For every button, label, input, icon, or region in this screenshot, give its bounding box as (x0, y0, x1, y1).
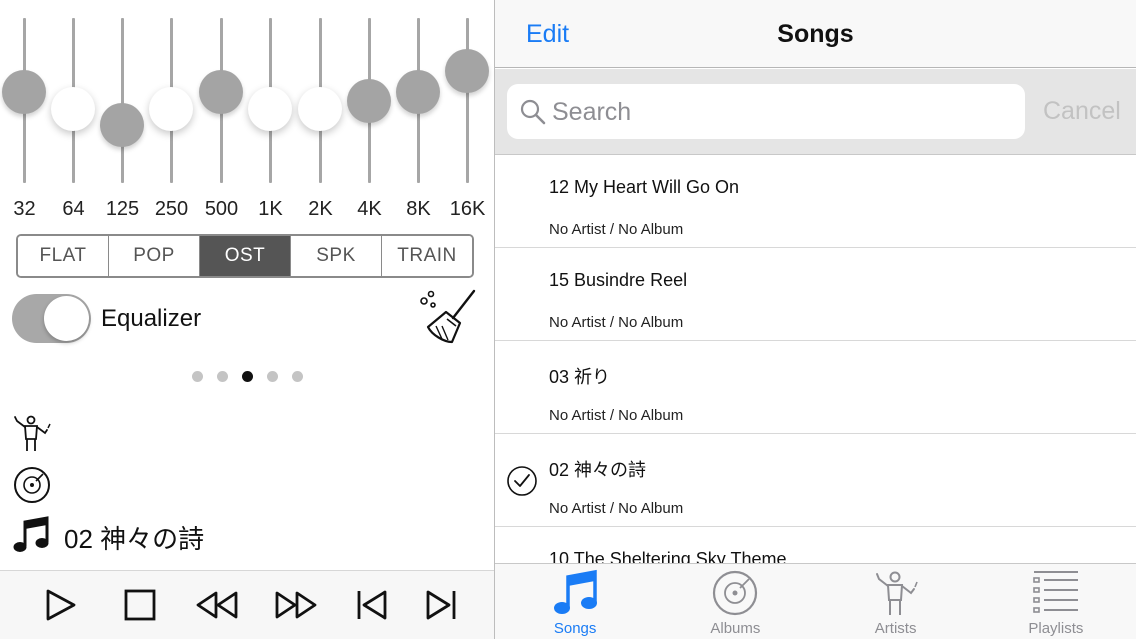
eq-slider-knob[interactable] (396, 70, 440, 115)
tab-artists[interactable]: Artists (816, 564, 976, 639)
eq-slider-knob[interactable] (199, 70, 243, 115)
eq-slider-track (466, 18, 469, 183)
now-playing-title: 02 神々の詩 (64, 524, 205, 554)
song-row[interactable]: 12 My Heart Will Go On No Artist / No Al… (495, 155, 1136, 248)
eq-band-125[interactable]: 125 (98, 0, 147, 225)
eq-slider-track (121, 18, 124, 183)
eq-slider-knob[interactable] (2, 70, 46, 115)
eq-band-4k[interactable]: 4K (345, 0, 394, 225)
page-dot[interactable] (217, 371, 228, 382)
song-subtitle: No Artist / No Album (549, 314, 684, 331)
page-dot[interactable] (267, 371, 278, 382)
preset-ost-button[interactable]: OST (200, 236, 291, 276)
tab-label: Albums (710, 620, 761, 637)
next-track-icon[interactable] (423, 588, 459, 622)
search-bar: Cancel (495, 69, 1136, 155)
tab-songs[interactable]: Songs (495, 564, 655, 639)
navigation-bar: Edit Songs (495, 0, 1136, 68)
preset-pop-button[interactable]: POP (109, 236, 200, 276)
stop-icon[interactable] (122, 588, 158, 622)
page-indicator[interactable] (192, 371, 303, 382)
song-subtitle: No Artist / No Album (549, 407, 684, 424)
tab-label: Artists (874, 620, 917, 637)
eq-slider-knob[interactable] (248, 86, 292, 131)
tab-label: Songs (553, 620, 597, 637)
eq-band-1k[interactable]: 1K (246, 0, 295, 225)
rewind-icon[interactable] (194, 588, 240, 622)
fast-forward-icon[interactable] (273, 588, 319, 622)
equalizer-toggle[interactable] (12, 294, 91, 343)
eq-band-2k[interactable]: 2K (296, 0, 345, 225)
tab-playlists[interactable]: Playlists (976, 564, 1136, 639)
song-title: 10 The Sheltering Sky Theme (549, 549, 787, 563)
page-dot[interactable] (292, 371, 303, 382)
equalizer-toggle-label: Equalizer (101, 305, 202, 332)
song-row[interactable]: 10 The Sheltering Sky Theme (495, 527, 1136, 563)
song-row-selected[interactable]: 02 神々の詩 No Artist / No Album (495, 434, 1136, 527)
page-dot-active[interactable] (242, 371, 253, 382)
tab-albums[interactable]: Albums (655, 564, 815, 639)
equalizer-panel: 32 64 125 250 500 1K 2K 4K 8K 16K FLAT P… (0, 0, 494, 639)
conductor-icon[interactable] (12, 413, 52, 453)
eq-band-label: 16K (449, 198, 486, 220)
music-note-icon (13, 516, 49, 552)
song-list: 12 My Heart Will Go On No Artist / No Al… (495, 155, 1136, 563)
eq-band-500[interactable]: 500 (197, 0, 246, 225)
page-title: Songs (777, 20, 854, 48)
eq-band-64[interactable]: 64 (49, 0, 98, 225)
preset-train-button[interactable]: TRAIN (382, 236, 472, 276)
preset-flat-button[interactable]: FLAT (18, 236, 109, 276)
eq-slider-knob[interactable] (100, 103, 144, 148)
eq-band-32[interactable]: 32 (0, 0, 49, 225)
song-row[interactable]: 03 祈り No Artist / No Album (495, 341, 1136, 434)
preset-segmented-control: FLAT POP OST SPK TRAIN (16, 234, 474, 278)
song-title: 02 神々の詩 (549, 460, 647, 480)
tab-label: Playlists (1028, 620, 1084, 637)
song-subtitle: No Artist / No Album (549, 500, 684, 517)
cancel-button[interactable]: Cancel (1043, 97, 1121, 126)
search-input[interactable] (552, 92, 1012, 132)
search-field[interactable] (507, 84, 1025, 139)
song-subtitle: No Artist / No Album (549, 221, 684, 238)
eq-slider-knob[interactable] (149, 86, 193, 131)
list-icon (1033, 571, 1078, 613)
song-title: 03 祈り (549, 367, 611, 387)
broom-reset-icon[interactable] (418, 288, 478, 346)
song-title: 12 My Heart Will Go On (549, 177, 740, 197)
song-row[interactable]: 15 Busindre Reel No Artist / No Album (495, 248, 1136, 341)
previous-track-icon[interactable] (354, 588, 390, 622)
music-note-icon (554, 569, 598, 614)
play-icon[interactable] (42, 588, 78, 622)
toggle-knob (44, 296, 89, 341)
eq-slider-knob[interactable] (445, 48, 489, 93)
song-title: 15 Busindre Reel (549, 270, 688, 290)
tab-bar: Songs Albums Artists Playlists (495, 563, 1136, 639)
conductor-icon (875, 571, 918, 615)
preset-spk-button[interactable]: SPK (291, 236, 382, 276)
eq-band-250[interactable]: 250 (147, 0, 196, 225)
eq-band-8k[interactable]: 8K (394, 0, 443, 225)
page-dot[interactable] (192, 371, 203, 382)
checkmark-icon (507, 466, 537, 496)
songs-panel: Edit Songs Cancel 12 My Heart Will Go On… (495, 0, 1136, 639)
player-controls-bar (0, 570, 494, 639)
eq-band-16k[interactable]: 16K (443, 0, 492, 225)
eq-slider-knob[interactable] (347, 78, 391, 123)
vinyl-disc-icon (713, 570, 758, 616)
eq-slider-knob[interactable] (51, 86, 95, 131)
search-icon (520, 99, 546, 125)
vinyl-disc-icon[interactable] (12, 465, 52, 505)
eq-slider-knob[interactable] (298, 86, 342, 131)
